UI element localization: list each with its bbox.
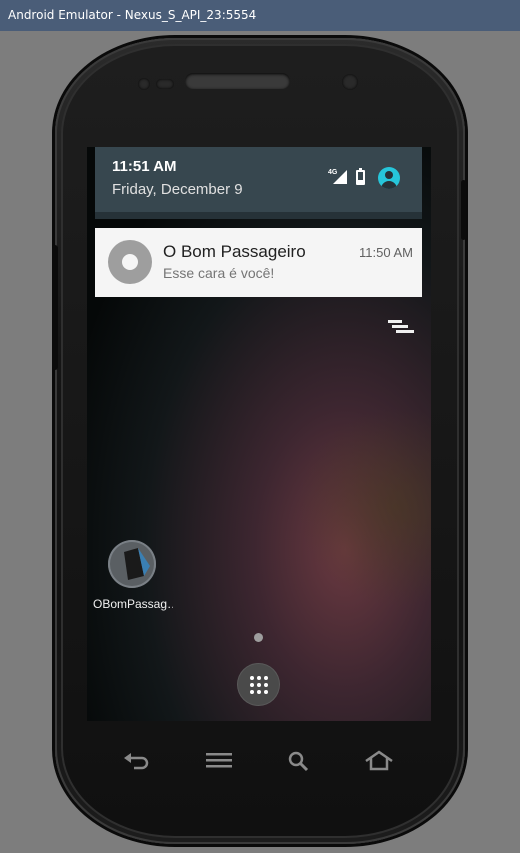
search-icon (288, 751, 309, 772)
notification-time: 11:50 AM (359, 245, 413, 260)
status-date: Friday, December 9 (112, 181, 243, 198)
user-icon-head (385, 171, 393, 179)
app-shortcut-label[interactable]: OBomPassag… (93, 597, 173, 611)
earpiece-speaker (185, 73, 290, 89)
back-icon (124, 753, 149, 770)
clear-all-bar-3 (396, 330, 414, 333)
apps-dot (264, 676, 268, 680)
apps-dot (250, 683, 254, 687)
sensor-dot-mid (156, 79, 174, 89)
wallpaper-glow (297, 407, 431, 607)
battery-icon (356, 168, 365, 185)
notification-title: O Bom Passageiro (163, 242, 306, 261)
home-icon (365, 750, 393, 771)
front-camera (342, 74, 358, 90)
signal-icon (333, 170, 347, 184)
clear-all-bar-2 (392, 325, 408, 328)
apps-dot (257, 676, 261, 680)
app-logo-icon (124, 548, 150, 580)
apps-dot (264, 690, 268, 694)
apps-dot (264, 683, 268, 687)
app-shortcut-icon[interactable] (108, 540, 156, 588)
sensor-dot-left (138, 78, 150, 90)
notification-text: Esse cara é você! (163, 265, 275, 281)
apps-dot (250, 676, 254, 680)
apps-dot (257, 690, 261, 694)
apps-dot (257, 683, 261, 687)
window-title: Android Emulator - Nexus_S_API_23:5554 (8, 8, 257, 22)
menu-button[interactable] (204, 748, 234, 774)
back-button[interactable] (122, 748, 152, 774)
user-icon-body (381, 181, 397, 189)
clear-all-bar-1 (388, 320, 402, 323)
search-button[interactable] (285, 748, 315, 774)
menu-icon (206, 753, 232, 768)
notification-shade-divider (95, 212, 422, 219)
apps-dot (250, 690, 254, 694)
home-button[interactable] (363, 748, 393, 774)
status-time: 11:51 AM (112, 158, 177, 175)
notification-app-icon (108, 240, 152, 284)
volume-button[interactable] (52, 245, 58, 370)
notification-card[interactable]: O Bom Passageiro 11:50 AM Esse cara é vo… (95, 228, 422, 297)
window-titlebar: Android Emulator - Nexus_S_API_23:5554 (0, 0, 520, 31)
app-drawer-icon[interactable] (238, 664, 279, 705)
battery-charge-mark (358, 172, 363, 180)
user-icon[interactable] (378, 167, 400, 189)
page-indicator (254, 633, 263, 642)
clear-all-icon[interactable] (388, 320, 414, 338)
power-button[interactable] (461, 180, 466, 240)
